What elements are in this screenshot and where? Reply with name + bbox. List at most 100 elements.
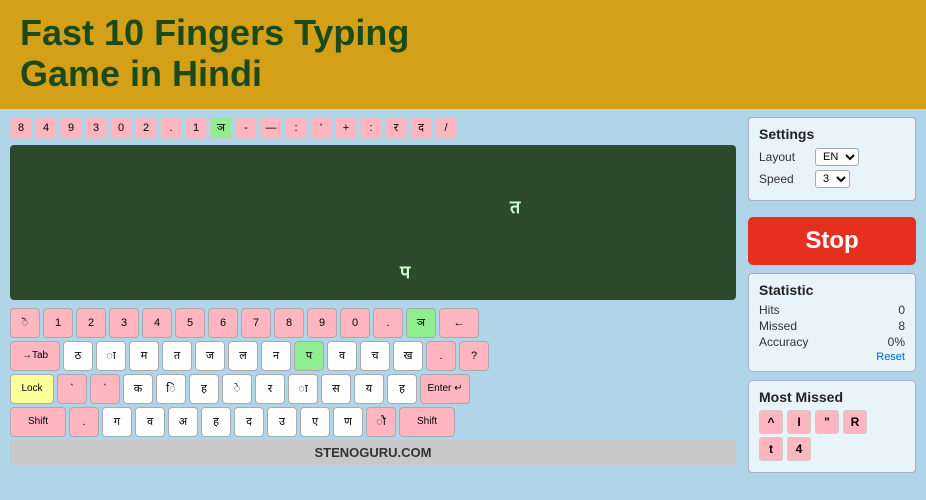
char-key[interactable]: : [285, 117, 307, 139]
key-capslock[interactable]: Lock [10, 374, 54, 404]
key-backtick1[interactable]: ` [57, 374, 87, 404]
key-na2[interactable]: ण [333, 407, 363, 437]
missed-value: 8 [898, 319, 905, 333]
key-i[interactable]: ि [156, 374, 186, 404]
key-question[interactable]: ? [459, 341, 489, 371]
layout-label: Layout [759, 150, 809, 164]
key-ta[interactable]: त [162, 341, 192, 371]
header: Fast 10 Fingers Typing Game in Hindi [0, 0, 926, 109]
key-na[interactable]: न [261, 341, 291, 371]
char-key[interactable]: 1 [185, 117, 207, 139]
page-title: Fast 10 Fingers Typing Game in Hindi [20, 12, 906, 95]
key-ha[interactable]: ह [189, 374, 219, 404]
char-key[interactable]: 2 [135, 117, 157, 139]
key-ya[interactable]: य [354, 374, 384, 404]
key-tab[interactable]: →Tab [10, 341, 60, 371]
char-key[interactable]: र [385, 117, 407, 139]
key-va[interactable]: व [327, 341, 357, 371]
speed-select[interactable]: 1 2 3 4 5 [815, 170, 850, 188]
layout-select[interactable]: EN HI [815, 148, 859, 166]
key-ka[interactable]: क [123, 374, 153, 404]
key-dot[interactable]: . [373, 308, 403, 338]
key-ma[interactable]: म [129, 341, 159, 371]
key-sa[interactable]: स [321, 374, 351, 404]
key-aa2[interactable]: ा [288, 374, 318, 404]
key-kha[interactable]: ख [393, 341, 423, 371]
key-backtick2[interactable]: ` [90, 374, 120, 404]
char-key[interactable]: — [260, 117, 282, 139]
key-tha[interactable]: ठ [63, 341, 93, 371]
hits-value: 0 [898, 303, 905, 317]
char-key[interactable]: 3 [85, 117, 107, 139]
left-panel: 8 4 9 3 0 2 . 1 ञ - — : ' + : र द / त प [10, 117, 736, 473]
key-aa[interactable]: ा [96, 341, 126, 371]
key-pa[interactable]: प [294, 341, 324, 371]
char-key[interactable]: 4 [35, 117, 57, 139]
key-a[interactable]: अ [168, 407, 198, 437]
statistic-title: Statistic [759, 282, 905, 298]
char-key[interactable]: ' [310, 117, 332, 139]
key-da[interactable]: द [234, 407, 264, 437]
accuracy-value: 0% [888, 335, 905, 349]
key-ai[interactable]: ए [300, 407, 330, 437]
char-key[interactable]: + [335, 117, 357, 139]
key-backspace[interactable]: ← [439, 308, 479, 338]
char-key[interactable]: 8 [10, 117, 32, 139]
hits-label: Hits [759, 303, 780, 317]
key-enter[interactable]: Enter ↵ [420, 374, 470, 404]
layout-row: Layout EN HI [759, 148, 905, 166]
key-3[interactable]: 3 [109, 308, 139, 338]
reset-link[interactable]: Reset [759, 351, 905, 363]
key-4[interactable]: 4 [142, 308, 172, 338]
key-e[interactable]: े [222, 374, 252, 404]
accuracy-row: Accuracy 0% [759, 335, 905, 349]
mm-key: R [843, 410, 867, 434]
settings-title: Settings [759, 126, 905, 142]
key-2[interactable]: 2 [76, 308, 106, 338]
key-nja[interactable]: ञ [406, 308, 436, 338]
key-period[interactable]: . [426, 341, 456, 371]
key-6[interactable]: 6 [208, 308, 238, 338]
key-1[interactable]: 1 [43, 308, 73, 338]
mm-key: 4 [787, 437, 811, 461]
speed-row: Speed 1 2 3 4 5 [759, 170, 905, 188]
key-5[interactable]: 5 [175, 308, 205, 338]
char-key[interactable]: द [410, 117, 432, 139]
most-missed-row-2: t 4 [759, 437, 905, 461]
keyboard-row-3: Lock ` ` क ि ह े र ा स य ह Enter ↵ [10, 374, 736, 404]
key-cha[interactable]: च [360, 341, 390, 371]
char-strip: 8 4 9 3 0 2 . 1 ञ - — : ' + : र द / [10, 117, 736, 139]
key-ja[interactable]: ज [195, 341, 225, 371]
keyboard-row-4: Shift . ग व अ ह द उ ए ण ौ Shift [10, 407, 736, 437]
key-va2[interactable]: व [135, 407, 165, 437]
key-shift-left[interactable]: Shift [10, 407, 66, 437]
key-9[interactable]: 9 [307, 308, 337, 338]
key-comma[interactable]: . [69, 407, 99, 437]
char-key[interactable]: ञ [210, 117, 232, 139]
key-shift-right[interactable]: Shift [399, 407, 455, 437]
stop-button[interactable]: Stop [748, 217, 916, 265]
char-key[interactable]: . [160, 117, 182, 139]
char-key[interactable]: 9 [60, 117, 82, 139]
key-0[interactable]: 0 [340, 308, 370, 338]
key-u[interactable]: उ [267, 407, 297, 437]
char-key[interactable]: 0 [110, 117, 132, 139]
most-missed-row-1: ^ I " R [759, 410, 905, 434]
footer-text: STENOGURU.COM [315, 445, 432, 460]
key-ga[interactable]: ग [102, 407, 132, 437]
keyboard-row-1: ॆ 1 2 3 4 5 6 7 8 9 0 . ञ ← [10, 308, 736, 338]
key-ha2[interactable]: ह [387, 374, 417, 404]
typing-area: त प [10, 145, 736, 300]
key-tilde[interactable]: ॆ [10, 308, 40, 338]
key-la[interactable]: ल [228, 341, 258, 371]
hits-row: Hits 0 [759, 303, 905, 317]
key-8[interactable]: 8 [274, 308, 304, 338]
char-key[interactable]: - [235, 117, 257, 139]
char-key[interactable]: / [435, 117, 457, 139]
key-ha3[interactable]: ह [201, 407, 231, 437]
key-7[interactable]: 7 [241, 308, 271, 338]
key-au[interactable]: ौ [366, 407, 396, 437]
missed-label: Missed [759, 319, 797, 333]
char-key[interactable]: : [360, 117, 382, 139]
key-ra[interactable]: र [255, 374, 285, 404]
